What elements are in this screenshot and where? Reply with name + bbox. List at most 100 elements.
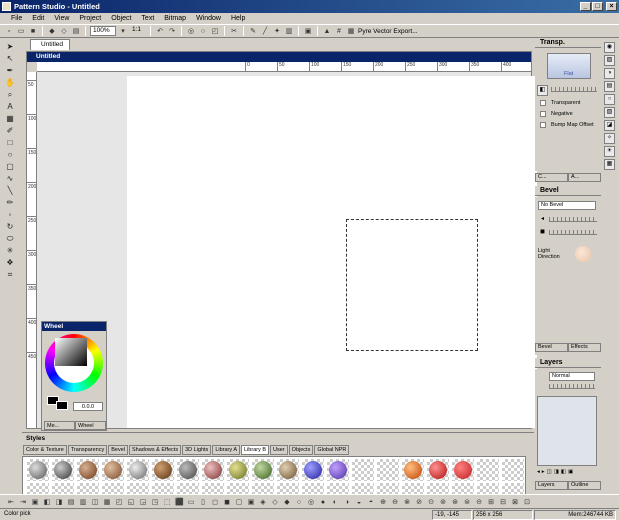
background-swatch[interactable] (56, 401, 68, 410)
close-button[interactable]: × (606, 2, 617, 11)
tab-bevel[interactable]: Bevel (535, 343, 568, 352)
save-icon[interactable]: ■ (28, 26, 38, 36)
arrange-tool-icon[interactable]: ▣ (246, 497, 256, 507)
arrange-tool-icon[interactable]: ⊟ (498, 497, 508, 507)
menu-view[interactable]: View (49, 15, 74, 22)
negative-checkbox[interactable] (540, 111, 546, 117)
align-icon[interactable]: ▥ (284, 26, 294, 36)
arrange-tool-icon[interactable]: ◓ (366, 497, 376, 507)
arrange-tool-icon[interactable]: ⬚ (162, 497, 172, 507)
line-tool-icon[interactable]: ╱ (260, 26, 270, 36)
arrange-tool-icon[interactable]: ▦ (102, 497, 112, 507)
styles-tab[interactable]: Shadows & Effects (129, 445, 182, 455)
styles-tab[interactable]: Color & Texture (23, 445, 67, 455)
arrange-tool-icon[interactable]: ◑ (342, 497, 352, 507)
spray-tool-icon[interactable]: ❖ (5, 258, 15, 268)
zoom-dropdown-icon[interactable]: ▾ (118, 26, 128, 36)
tab-wheel[interactable]: Wheel (75, 421, 106, 430)
transparent-checkbox[interactable] (540, 100, 546, 106)
arrange-tool-icon[interactable]: ⊘ (414, 497, 424, 507)
new-file-icon[interactable]: ▫ (4, 26, 14, 36)
layer-actions-icons[interactable]: ◂▸◫◨◧▣ (537, 469, 575, 475)
tab-effects[interactable]: Effects (568, 343, 601, 352)
arrange-tool-icon[interactable]: ⇥ (18, 497, 28, 507)
styles-tab[interactable]: 3D Lights (182, 445, 212, 455)
arrange-tool-icon[interactable]: ◨ (54, 497, 64, 507)
pointer-tool-icon[interactable]: ➤ (5, 42, 15, 52)
minimize-button[interactable]: _ (580, 2, 591, 11)
tab-outline[interactable]: Outline (568, 481, 601, 490)
styles-tab[interactable]: Objects (288, 445, 314, 455)
arrange-tool-icon[interactable]: ◲ (138, 497, 148, 507)
node-edit-tool-icon[interactable]: ◦ (5, 210, 15, 220)
menu-edit[interactable]: Edit (27, 15, 49, 22)
library-icon[interactable]: ▦ (604, 159, 615, 170)
arrange-tool-icon[interactable]: ◆ (282, 497, 292, 507)
transparency-preview[interactable]: Flat (547, 53, 591, 79)
styles-tab[interactable]: Bevel (108, 445, 128, 455)
open-folder-icon[interactable]: ▭ (16, 26, 26, 36)
styles-tab[interactable]: Transparency (67, 445, 108, 455)
subselect-tool-icon[interactable]: ↖ (5, 54, 15, 64)
bevel-width-slider[interactable] (549, 217, 597, 222)
bevel-select[interactable]: No Bevel (538, 201, 596, 210)
text-tool-icon[interactable]: A (5, 102, 15, 112)
arrange-tool-icon[interactable]: ⊕ (378, 497, 388, 507)
menu-window[interactable]: Window (191, 15, 226, 22)
opacity-slider[interactable] (551, 87, 597, 92)
arrange-tool-icon[interactable]: ◒ (354, 497, 364, 507)
menu-object[interactable]: Object (106, 15, 136, 22)
arrange-tool-icon[interactable]: ⊞ (486, 497, 496, 507)
fullscreen-icon[interactable]: ▣ (303, 26, 313, 36)
saturation-square[interactable] (55, 338, 87, 366)
publish-icon[interactable]: ▲ (322, 26, 332, 36)
blend-mode-select[interactable]: Normal (549, 372, 595, 381)
lights-icon[interactable]: ☀ (604, 146, 615, 157)
rectangle-tool-icon[interactable]: □ (5, 138, 15, 148)
export-vector-button[interactable]: Pyre Vector Export... (358, 28, 418, 35)
print-icon[interactable]: ▤ (71, 26, 81, 36)
arrange-tool-icon[interactable]: ◳ (150, 497, 160, 507)
arrange-tool-icon[interactable]: ⬛ (174, 497, 184, 507)
styles-tab[interactable]: Global NPR (314, 445, 350, 455)
bezier-tool-icon[interactable]: ∿ (5, 174, 15, 184)
arrange-tool-icon[interactable]: ⇤ (6, 497, 16, 507)
arrange-tool-icon[interactable]: ◱ (126, 497, 136, 507)
group-icon[interactable]: ◎ (186, 26, 196, 36)
styles-tab[interactable]: User (270, 445, 288, 455)
effects-icon[interactable]: ✧ (604, 133, 615, 144)
arrange-tool-icon[interactable]: ⊙ (426, 497, 436, 507)
selection-marquee[interactable] (346, 219, 478, 351)
menu-project[interactable]: Project (74, 15, 106, 22)
arrange-tool-icon[interactable]: ● (318, 497, 328, 507)
color-icon[interactable]: ◉ (604, 42, 615, 53)
transform-icon[interactable]: ◰ (210, 26, 220, 36)
line-tool-icon[interactable]: ╲ (5, 186, 15, 196)
arrange-tool-icon[interactable]: ▥ (78, 497, 88, 507)
node-tool-icon[interactable]: ✦ (272, 26, 282, 36)
arrange-tool-icon[interactable]: ◰ (114, 497, 124, 507)
ellipse-tool-icon[interactable]: ○ (5, 150, 15, 160)
style-swatch[interactable] (352, 459, 374, 481)
arrange-tool-icon[interactable]: ⊝ (474, 497, 484, 507)
arrange-tool-icon[interactable]: ▯ (198, 497, 208, 507)
bevel-icon[interactable]: ▧ (604, 107, 615, 118)
tab-layers[interactable]: Layers (535, 481, 568, 490)
arrange-tool-icon[interactable]: ◫ (90, 497, 100, 507)
bumpmap-checkbox[interactable] (540, 122, 546, 128)
style-swatch[interactable] (502, 459, 524, 481)
arrange-tool-icon[interactable]: ▤ (66, 497, 76, 507)
styles-tab[interactable]: Library B (241, 445, 270, 455)
menu-help[interactable]: Help (226, 15, 250, 22)
distort-tool-icon[interactable]: ⬭ (5, 234, 15, 244)
arrange-tool-icon[interactable]: ⊛ (450, 497, 460, 507)
bevel-contrast-slider[interactable] (549, 230, 597, 235)
arrange-tool-icon[interactable]: ▣ (30, 497, 40, 507)
arrange-tool-icon[interactable]: ◎ (306, 497, 316, 507)
menu-bitmap[interactable]: Bitmap (159, 15, 191, 22)
drawing-canvas[interactable] (127, 76, 537, 428)
menu-file[interactable]: File (6, 15, 27, 22)
export-vector-icon[interactable]: ▦ (346, 26, 356, 36)
layer-opacity-slider[interactable] (549, 384, 595, 389)
menu-text[interactable]: Text (136, 15, 159, 22)
